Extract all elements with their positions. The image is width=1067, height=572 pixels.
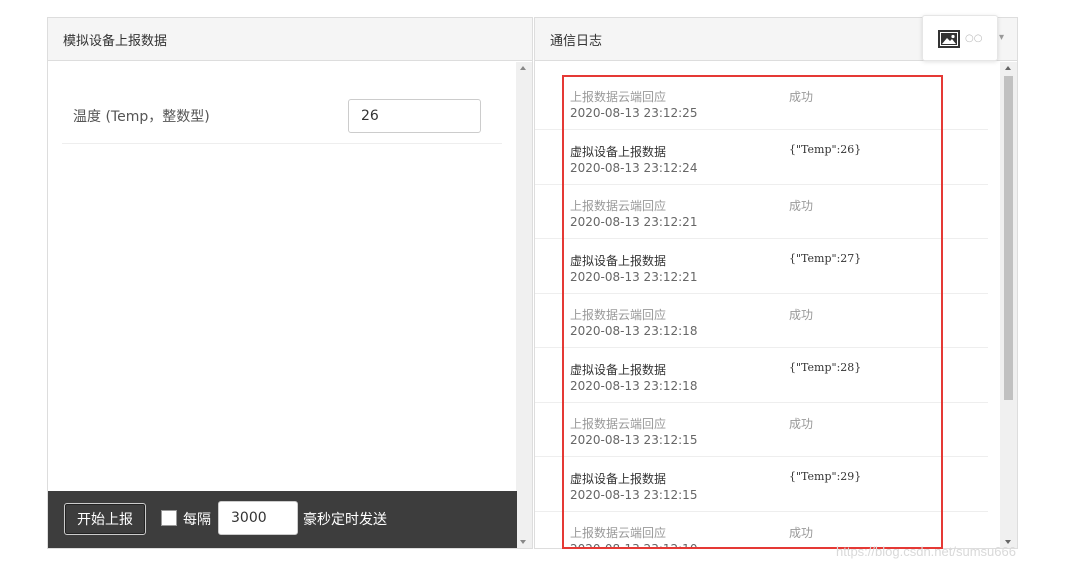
simulated-device-panel: 模拟设备上报数据 温度 (Temp，整数型) 开始上报 每隔 豪秒定时发送	[47, 17, 533, 549]
image-icon[interactable]	[938, 30, 960, 48]
log-entry-value: {"Temp":27}	[789, 251, 862, 265]
log-entry-title: 虚拟设备上报数据	[570, 362, 667, 377]
timed-send-checkbox[interactable]	[161, 510, 177, 526]
communication-log-panel: 通信日志 上报数据云端回应 2020-08-13 23:12:25 成功 虚拟设备上报…	[534, 17, 1018, 549]
log-entry: 虚拟设备上报数据 2020-08-13 23:12:18 {"Temp":28}	[535, 349, 988, 403]
log-entry: 上报数据云端回应 2020-08-13 23:12:10 成功	[535, 512, 988, 548]
chevron-down-icon[interactable]: ▾	[999, 32, 1004, 43]
log-entry-time: 2020-08-13 23:12:18	[570, 324, 698, 338]
start-report-button[interactable]: 开始上报	[64, 503, 146, 535]
every-label: 每隔	[183, 512, 211, 528]
interval-suffix-label: 豪秒定时发送	[303, 512, 387, 528]
temperature-input[interactable]	[348, 99, 481, 133]
log-entry: 上报数据云端回应 2020-08-13 23:12:25 成功	[535, 76, 988, 130]
log-entry-title: 虚拟设备上报数据	[570, 144, 667, 159]
log-entry-value: 成功	[789, 199, 814, 213]
log-entry-value: 成功	[789, 417, 814, 431]
log-entry-time: 2020-08-13 23:12:21	[570, 215, 698, 229]
left-scrollbar[interactable]	[516, 62, 532, 548]
watermark: https://blog.csdn.net/sumsu666	[836, 544, 1016, 559]
scroll-up-arrow-icon[interactable]	[1005, 66, 1011, 70]
scroll-down-arrow-icon[interactable]	[520, 540, 526, 544]
log-entry: 上报数据云端回应 2020-08-13 23:12:15 成功	[535, 403, 988, 457]
image-toolbar-widget[interactable]: ○○ ▾	[922, 15, 1004, 61]
scroll-up-arrow-icon[interactable]	[520, 66, 526, 70]
log-entry-title: 上报数据云端回应	[570, 526, 667, 540]
log-entry: 虚拟设备上报数据 2020-08-13 23:12:21 {"Temp":27}	[535, 240, 988, 294]
log-entry-title: 虚拟设备上报数据	[570, 253, 667, 268]
log-entry-value: 成功	[789, 90, 814, 104]
log-entry-value: 成功	[789, 526, 814, 540]
report-control-bar: 开始上报 每隔 豪秒定时发送	[48, 491, 517, 548]
log-entry-title: 上报数据云端回应	[570, 417, 667, 431]
temperature-label: 温度 (Temp，整数型)	[73, 109, 210, 125]
more-dots-icon: ○○	[965, 33, 983, 44]
log-entry-title: 上报数据云端回应	[570, 308, 667, 322]
log-entry: 上报数据云端回应 2020-08-13 23:12:21 成功	[535, 185, 988, 239]
log-entry-time: 2020-08-13 23:12:25	[570, 106, 698, 120]
panel-title: 模拟设备上报数据	[48, 18, 532, 61]
log-entry-time: 2020-08-13 23:12:24	[570, 160, 698, 175]
panel-body: 温度 (Temp，整数型)	[48, 62, 517, 491]
log-entry: 虚拟设备上报数据 2020-08-13 23:12:15 {"Temp":29}	[535, 458, 988, 512]
log-entry-title: 虚拟设备上报数据	[570, 471, 667, 486]
log-entry-value: {"Temp":29}	[789, 469, 862, 483]
interval-input[interactable]	[218, 501, 298, 535]
scrollbar-thumb[interactable]	[1004, 76, 1013, 400]
log-entry-value: 成功	[789, 308, 814, 322]
log-scrollbar[interactable]	[1000, 62, 1017, 548]
log-entry-value: {"Temp":28}	[789, 360, 862, 374]
log-entry-time: 2020-08-13 23:12:21	[570, 269, 698, 284]
log-entry-time: 2020-08-13 23:12:15	[570, 433, 698, 447]
log-entry-title: 上报数据云端回应	[570, 90, 667, 104]
log-list: 上报数据云端回应 2020-08-13 23:12:25 成功 虚拟设备上报数据 202…	[535, 62, 1000, 548]
log-entry-time: 2020-08-13 23:12:18	[570, 378, 698, 393]
log-entry-value: {"Temp":26}	[789, 142, 862, 156]
log-entry-title: 上报数据云端回应	[570, 199, 667, 213]
log-entry-time: 2020-08-13 23:12:10	[570, 542, 697, 548]
log-entry: 上报数据云端回应 2020-08-13 23:12:18 成功	[535, 294, 988, 348]
temperature-field-row: 温度 (Temp，整数型)	[62, 62, 502, 144]
log-entry-time: 2020-08-13 23:12:15	[570, 487, 698, 502]
log-entry: 虚拟设备上报数据 2020-08-13 23:12:24 {"Temp":26}	[535, 131, 988, 185]
